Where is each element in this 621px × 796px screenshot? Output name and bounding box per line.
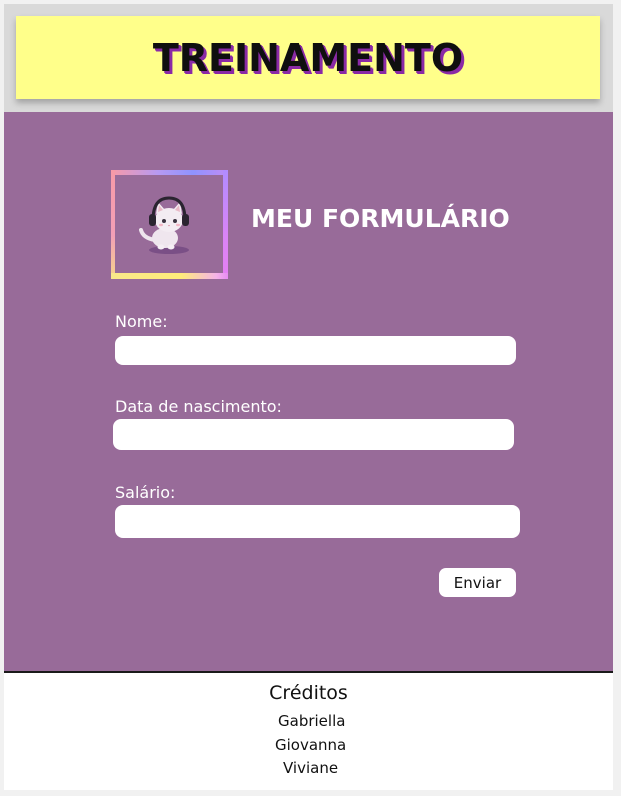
birthdate-input[interactable] — [113, 419, 514, 450]
page: TREINAMENTO MEU FORMULÁRIO Nome: Data de… — [0, 0, 621, 796]
logo-border — [223, 170, 228, 279]
page-title: TREINAMENTO — [152, 35, 464, 80]
logo-border — [111, 170, 228, 175]
salary-input[interactable] — [115, 505, 520, 538]
credits-title: Créditos — [269, 682, 348, 704]
name-label: Nome: — [115, 312, 168, 331]
submit-button[interactable]: Enviar — [439, 568, 516, 597]
name-input[interactable] — [115, 336, 516, 365]
credit-name: Viviane — [283, 759, 339, 777]
logo-border — [111, 170, 115, 279]
header: TREINAMENTO — [16, 16, 600, 99]
salary-label: Salário: — [115, 483, 176, 502]
birthdate-label: Data de nascimento: — [115, 397, 282, 416]
form-title: MEU FORMULÁRIO — [251, 204, 510, 233]
credit-name: Giovanna — [275, 736, 347, 754]
logo-border — [111, 273, 228, 279]
cat-with-headphones-icon — [139, 196, 189, 254]
logo-frame — [111, 170, 228, 279]
form-section — [4, 112, 613, 671]
credit-name: Gabriella — [278, 712, 346, 730]
